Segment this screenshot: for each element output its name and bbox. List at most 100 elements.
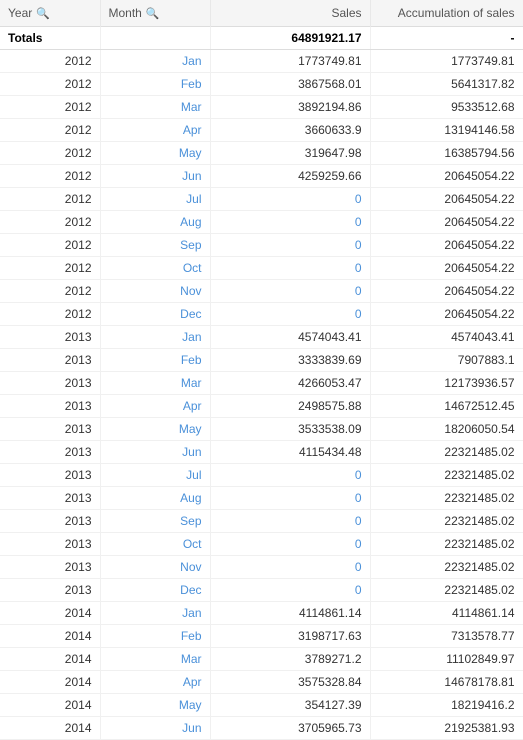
month-cell: Dec	[100, 303, 210, 326]
table-row: 2012Jan1773749.811773749.81	[0, 50, 523, 73]
accumulation-cell: 4114861.14	[370, 602, 523, 625]
month-cell: Jul	[100, 464, 210, 487]
totals-label: Totals	[0, 27, 100, 50]
sales-cell: 0	[210, 234, 370, 257]
sales-cell: 4574043.41	[210, 326, 370, 349]
month-cell: Jun	[100, 717, 210, 740]
sales-cell: 0	[210, 188, 370, 211]
accumulation-cell: 18206050.54	[370, 418, 523, 441]
sales-cell: 3892194.86	[210, 96, 370, 119]
accumulation-cell: 20645054.22	[370, 188, 523, 211]
month-cell: Jun	[100, 165, 210, 188]
table-row: 2013May3533538.0918206050.54	[0, 418, 523, 441]
accumulation-cell: 22321485.02	[370, 556, 523, 579]
table-row: 2013Dec022321485.02	[0, 579, 523, 602]
year-cell: 2013	[0, 487, 100, 510]
table-row: 2013Aug022321485.02	[0, 487, 523, 510]
year-cell: 2013	[0, 510, 100, 533]
accumulation-header-label: Accumulation of sales	[398, 6, 515, 20]
month-cell: Sep	[100, 234, 210, 257]
table-row: 2012Dec020645054.22	[0, 303, 523, 326]
table-row: 2012Mar3892194.869533512.68	[0, 96, 523, 119]
sales-cell: 2498575.88	[210, 395, 370, 418]
main-table-container: Year 🔍 Month 🔍 Sales Accumulation of sal…	[0, 0, 523, 740]
sales-cell: 0	[210, 579, 370, 602]
year-cell: 2013	[0, 418, 100, 441]
sales-cell: 0	[210, 303, 370, 326]
month-cell: Oct	[100, 257, 210, 280]
month-cell: Aug	[100, 487, 210, 510]
month-cell: Apr	[100, 671, 210, 694]
accumulation-cell: 7313578.77	[370, 625, 523, 648]
totals-row: Totals 64891921.17 -	[0, 27, 523, 50]
year-cell: 2012	[0, 211, 100, 234]
table-row: 2013Oct022321485.02	[0, 533, 523, 556]
month-cell: Mar	[100, 96, 210, 119]
sales-cell: 3705965.73	[210, 717, 370, 740]
sales-cell: 319647.98	[210, 142, 370, 165]
accumulation-cell: 20645054.22	[370, 280, 523, 303]
accumulation-cell: 14672512.45	[370, 395, 523, 418]
sales-cell: 3198717.63	[210, 625, 370, 648]
accumulation-cell: 14678178.81	[370, 671, 523, 694]
accumulation-cell: 22321485.02	[370, 510, 523, 533]
month-cell: Feb	[100, 73, 210, 96]
accumulation-cell: 20645054.22	[370, 303, 523, 326]
month-search-icon[interactable]: 🔍	[146, 7, 158, 19]
accumulation-cell: 18219416.2	[370, 694, 523, 717]
totals-month	[100, 27, 210, 50]
table-row: 2013Jan4574043.414574043.41	[0, 326, 523, 349]
accumulation-cell: 11102849.97	[370, 648, 523, 671]
accumulation-cell: 7907883.1	[370, 349, 523, 372]
year-header-label: Year	[8, 6, 32, 20]
year-cell: 2013	[0, 349, 100, 372]
year-cell: 2014	[0, 625, 100, 648]
month-cell: Dec	[100, 579, 210, 602]
accumulation-cell: 12173936.57	[370, 372, 523, 395]
year-column-header: Year 🔍	[0, 0, 100, 27]
sales-cell: 3333839.69	[210, 349, 370, 372]
month-cell: Nov	[100, 280, 210, 303]
table-row: 2014May354127.3918219416.2	[0, 694, 523, 717]
sales-cell: 3660633.9	[210, 119, 370, 142]
year-cell: 2014	[0, 602, 100, 625]
month-cell: Feb	[100, 625, 210, 648]
sales-cell: 3789271.2	[210, 648, 370, 671]
year-cell: 2012	[0, 119, 100, 142]
accumulation-cell: 1773749.81	[370, 50, 523, 73]
month-cell: Apr	[100, 395, 210, 418]
month-cell: Jul	[100, 188, 210, 211]
month-column-header: Month 🔍	[100, 0, 210, 27]
year-cell: 2014	[0, 694, 100, 717]
accumulation-cell: 5641317.82	[370, 73, 523, 96]
table-row: 2014Apr3575328.8414678178.81	[0, 671, 523, 694]
sales-cell: 3867568.01	[210, 73, 370, 96]
sales-cell: 4114861.14	[210, 602, 370, 625]
year-cell: 2014	[0, 671, 100, 694]
table-row: 2013Jun4115434.4822321485.02	[0, 441, 523, 464]
year-search-icon[interactable]: 🔍	[36, 7, 48, 19]
accumulation-cell: 22321485.02	[370, 579, 523, 602]
year-cell: 2013	[0, 395, 100, 418]
year-cell: 2012	[0, 96, 100, 119]
month-cell: Mar	[100, 372, 210, 395]
table-row: 2012Apr3660633.913194146.58	[0, 119, 523, 142]
data-table: Year 🔍 Month 🔍 Sales Accumulation of sal…	[0, 0, 523, 740]
table-row: 2012May319647.9816385794.56	[0, 142, 523, 165]
sales-column-header: Sales	[210, 0, 370, 27]
sales-cell: 3533538.09	[210, 418, 370, 441]
table-row: 2012Nov020645054.22	[0, 280, 523, 303]
month-cell: Oct	[100, 533, 210, 556]
year-cell: 2014	[0, 648, 100, 671]
year-cell: 2012	[0, 257, 100, 280]
month-cell: Apr	[100, 119, 210, 142]
month-cell: Aug	[100, 211, 210, 234]
table-row: 2014Feb3198717.637313578.77	[0, 625, 523, 648]
accumulation-cell: 22321485.02	[370, 533, 523, 556]
totals-sales: 64891921.17	[210, 27, 370, 50]
table-row: 2012Jul020645054.22	[0, 188, 523, 211]
accumulation-cell: 20645054.22	[370, 234, 523, 257]
totals-accumulation: -	[370, 27, 523, 50]
table-row: 2013Jul022321485.02	[0, 464, 523, 487]
month-cell: Jan	[100, 50, 210, 73]
